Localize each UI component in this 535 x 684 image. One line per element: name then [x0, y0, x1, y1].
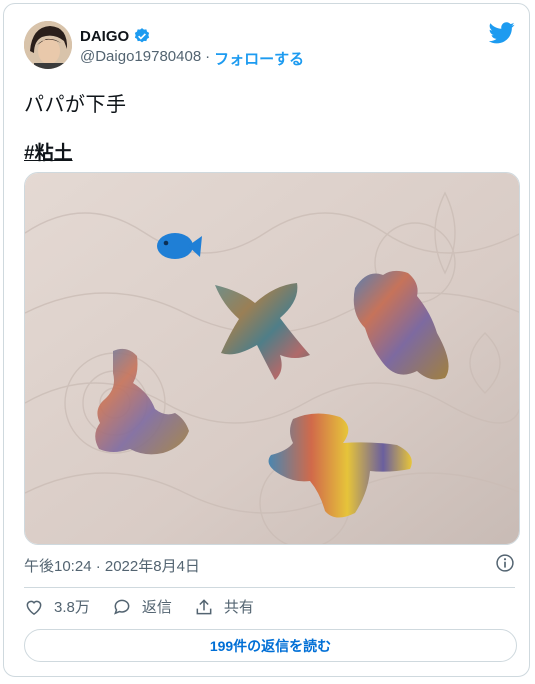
share-label: 共有 — [223, 599, 254, 616]
hashtag-link[interactable]: #粘土 — [24, 138, 73, 165]
info-icon[interactable] — [495, 553, 515, 573]
like-count: 3.8万 — [54, 599, 90, 616]
avatar[interactable] — [24, 21, 72, 69]
tweet-timestamp[interactable]: 午後10:24 · 2022年8月4日 — [24, 555, 200, 576]
like-button[interactable]: 3.8万 — [24, 596, 90, 617]
share-icon — [196, 598, 212, 614]
heart-icon — [26, 600, 42, 615]
share-button[interactable]: 共有 — [194, 596, 254, 617]
handle-separator: · — [205, 48, 211, 65]
tweet-text: パパが下手 — [24, 94, 127, 116]
twitter-bird-icon[interactable] — [489, 22, 515, 44]
author-name[interactable]: DAIGO — [80, 28, 129, 45]
tweet-card: DAIGO @Daigo19780408 · フォローする パパが下手 #粘土 — [3, 3, 530, 677]
read-replies-button[interactable]: 199件の返信を読む — [24, 629, 517, 662]
verified-badge-icon — [135, 28, 150, 43]
reply-icon — [113, 599, 130, 615]
tweet-photo[interactable] — [24, 172, 520, 545]
reply-label: 返信 — [141, 599, 172, 616]
author-handle[interactable]: @Daigo19780408 — [80, 48, 201, 69]
follow-button[interactable]: フォローする — [214, 48, 304, 69]
divider — [24, 587, 515, 588]
reply-button[interactable]: 返信 — [112, 596, 172, 617]
